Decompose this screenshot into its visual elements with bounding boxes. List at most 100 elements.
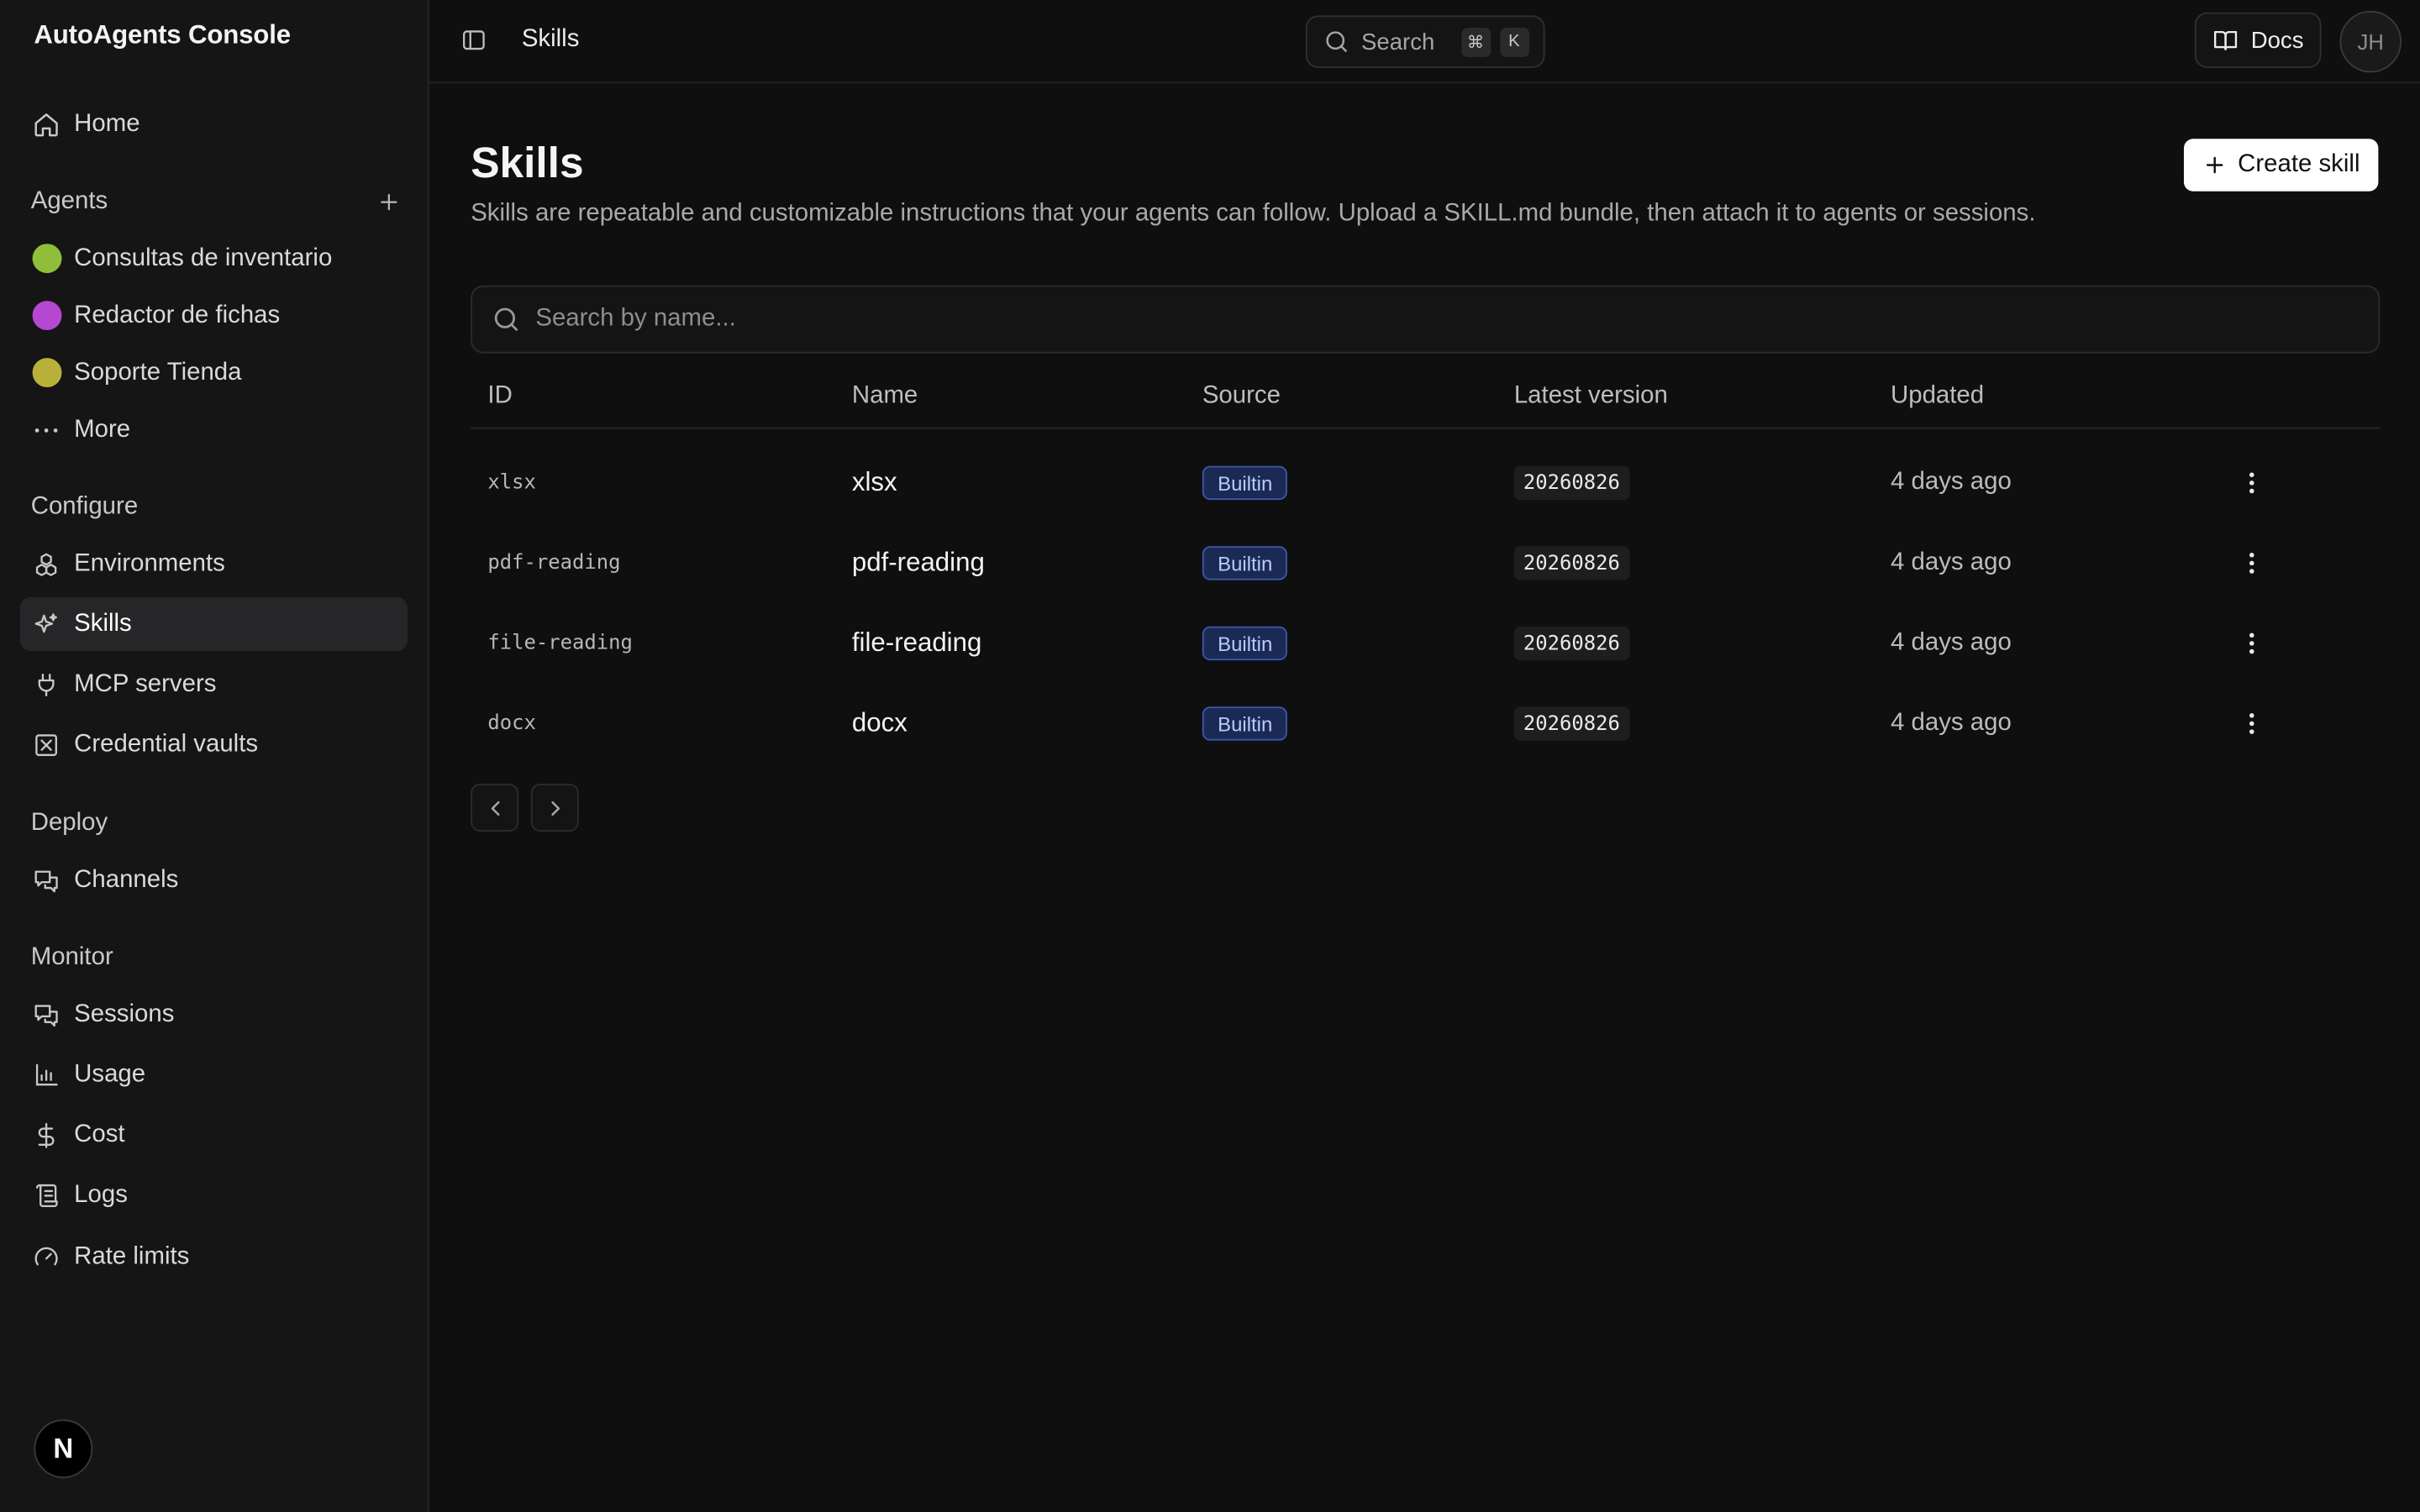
chat-icon — [31, 864, 62, 895]
kbd-command: ⌘ — [1460, 27, 1491, 57]
gauge-icon — [31, 1242, 62, 1273]
skill-id: docx — [487, 711, 536, 736]
version-tag: 20260826 — [1513, 706, 1629, 741]
app-root: AutoAgents Console Home Agents Consultas… — [0, 0, 2420, 1512]
updated-time: 4 days ago — [1891, 469, 2012, 496]
updated-time: 4 days ago — [1891, 549, 2012, 576]
boxes-icon — [31, 549, 62, 580]
table-row[interactable]: file-reading file-reading Builtin 202608… — [471, 603, 2380, 684]
more-vertical-icon — [2249, 633, 2254, 654]
section-configure: Configure — [30, 493, 139, 520]
chevron-left-icon — [490, 800, 499, 816]
global-search-button[interactable]: Search ⌘ K — [1305, 15, 1545, 68]
row-actions-button[interactable] — [2233, 544, 2270, 581]
sidebar-item-agent-redactor[interactable]: Redactor de fichas — [20, 288, 408, 342]
panel-left-icon — [462, 30, 485, 50]
updated-time: 4 days ago — [1891, 629, 2012, 656]
sidebar-item-usage[interactable]: Usage — [20, 1047, 408, 1101]
sidebar-item-label: Cost — [74, 1121, 125, 1147]
column-header-id: ID — [487, 382, 513, 409]
plus-icon — [2206, 156, 2223, 174]
more-vertical-icon — [2249, 713, 2254, 734]
version-tag: 20260826 — [1513, 546, 1629, 580]
home-icon — [31, 108, 62, 139]
scroll-icon — [31, 1179, 62, 1210]
row-actions-button[interactable] — [2233, 465, 2270, 501]
more-vertical-icon — [2249, 553, 2254, 574]
table-row[interactable]: docx docx Builtin 20260826 4 days ago — [471, 684, 2380, 764]
sidebar-item-label: Soporte Tienda — [74, 359, 242, 386]
row-actions-button[interactable] — [2233, 625, 2270, 662]
version-tag: 20260826 — [1513, 626, 1629, 661]
bar-chart-icon — [31, 1059, 62, 1090]
source-badge: Builtin — [1202, 546, 1288, 580]
table-row[interactable]: xlsx xlsx Builtin 20260826 4 days ago — [471, 443, 2380, 523]
topbar: Skills Search ⌘ K Docs JH — [429, 0, 2420, 84]
add-agent-button[interactable] — [373, 186, 404, 218]
skill-name: file-reading — [851, 627, 982, 658]
skill-search-input[interactable] — [535, 305, 2379, 333]
table-row[interactable]: pdf-reading pdf-reading Builtin 20260826… — [471, 523, 2380, 604]
book-open-icon — [2214, 30, 2238, 50]
agent-color-dot — [31, 244, 61, 274]
source-badge: Builtin — [1202, 706, 1288, 741]
sidebar-item-label: More — [74, 416, 131, 443]
sidebar-item-label: Sessions — [74, 1000, 175, 1027]
page-description: Skills are repeatable and customizable i… — [471, 200, 2036, 227]
sidebar-item-sessions[interactable]: Sessions — [20, 988, 408, 1042]
column-header-updated: Updated — [1891, 382, 1985, 409]
docs-button[interactable]: Docs — [2194, 12, 2322, 68]
sidebar-item-mcp-servers[interactable]: MCP servers — [20, 657, 408, 711]
skill-name: docx — [851, 708, 908, 738]
ellipsis-icon — [31, 414, 62, 445]
sidebar-toggle-button[interactable] — [460, 26, 491, 57]
sidebar-item-channels[interactable]: Channels — [20, 853, 408, 907]
chevron-right-icon — [550, 800, 560, 816]
more-vertical-icon — [2249, 472, 2254, 494]
kbd-k: K — [1499, 27, 1529, 57]
skill-name: pdf-reading — [851, 548, 985, 577]
sidebar-item-label: Usage — [74, 1060, 146, 1087]
source-badge: Builtin — [1202, 465, 1288, 501]
agent-color-dot — [31, 358, 61, 388]
section-deploy: Deploy — [30, 810, 108, 837]
section-agents: Agents — [30, 188, 108, 215]
agent-color-dot — [31, 301, 61, 331]
previous-page-button[interactable] — [471, 784, 519, 832]
row-actions-button[interactable] — [2233, 705, 2270, 742]
app-title: AutoAgents Console — [34, 19, 291, 50]
sidebar-item-label: Environments — [74, 549, 225, 577]
chat-icon — [31, 999, 62, 1030]
docs-label: Docs — [2250, 27, 2304, 54]
sidebar-item-logs[interactable]: Logs — [20, 1168, 408, 1221]
sidebar-item-environments[interactable]: Environments — [20, 537, 408, 591]
skill-id: file-reading — [487, 632, 633, 655]
sidebar-item-skills[interactable]: Skills — [19, 596, 408, 652]
breadcrumb: Skills — [521, 26, 580, 53]
search-icon — [1326, 31, 1347, 52]
version-tag: 20260826 — [1513, 465, 1629, 501]
search-label: Search — [1361, 28, 1435, 55]
next-page-button[interactable] — [530, 784, 579, 832]
framework-badge[interactable]: N — [34, 1419, 93, 1478]
sidebar-item-agent-soporte[interactable]: Soporte Tienda — [20, 345, 408, 399]
sidebar-item-label: Skills — [74, 610, 132, 637]
sidebar-item-rate-limits[interactable]: Rate limits — [20, 1230, 408, 1284]
sidebar-item-home[interactable]: Home — [20, 97, 408, 151]
search-icon — [494, 307, 518, 331]
sidebar-item-label: Redactor de fichas — [74, 302, 281, 328]
sidebar-item-more[interactable]: More — [20, 402, 408, 456]
create-skill-button[interactable]: Create skill — [2183, 139, 2379, 192]
sidebar-item-cost[interactable]: Cost — [20, 1108, 408, 1162]
sidebar-item-label: Channels — [74, 866, 179, 893]
sidebar-item-label: Credential vaults — [74, 730, 259, 757]
sidebar-item-credential-vaults[interactable]: Credential vaults — [20, 717, 408, 771]
create-skill-label: Create skill — [2238, 151, 2360, 178]
column-header-latest-version: Latest version — [1513, 382, 1668, 409]
vault-icon — [31, 729, 62, 760]
sidebar-item-label: Rate limits — [74, 1242, 190, 1269]
sidebar-item-agent-consultas[interactable]: Consultas de inventario — [20, 232, 408, 286]
page-title: Skills — [471, 139, 584, 187]
skill-id: xlsx — [487, 471, 536, 495]
avatar[interactable]: JH — [2339, 10, 2402, 73]
